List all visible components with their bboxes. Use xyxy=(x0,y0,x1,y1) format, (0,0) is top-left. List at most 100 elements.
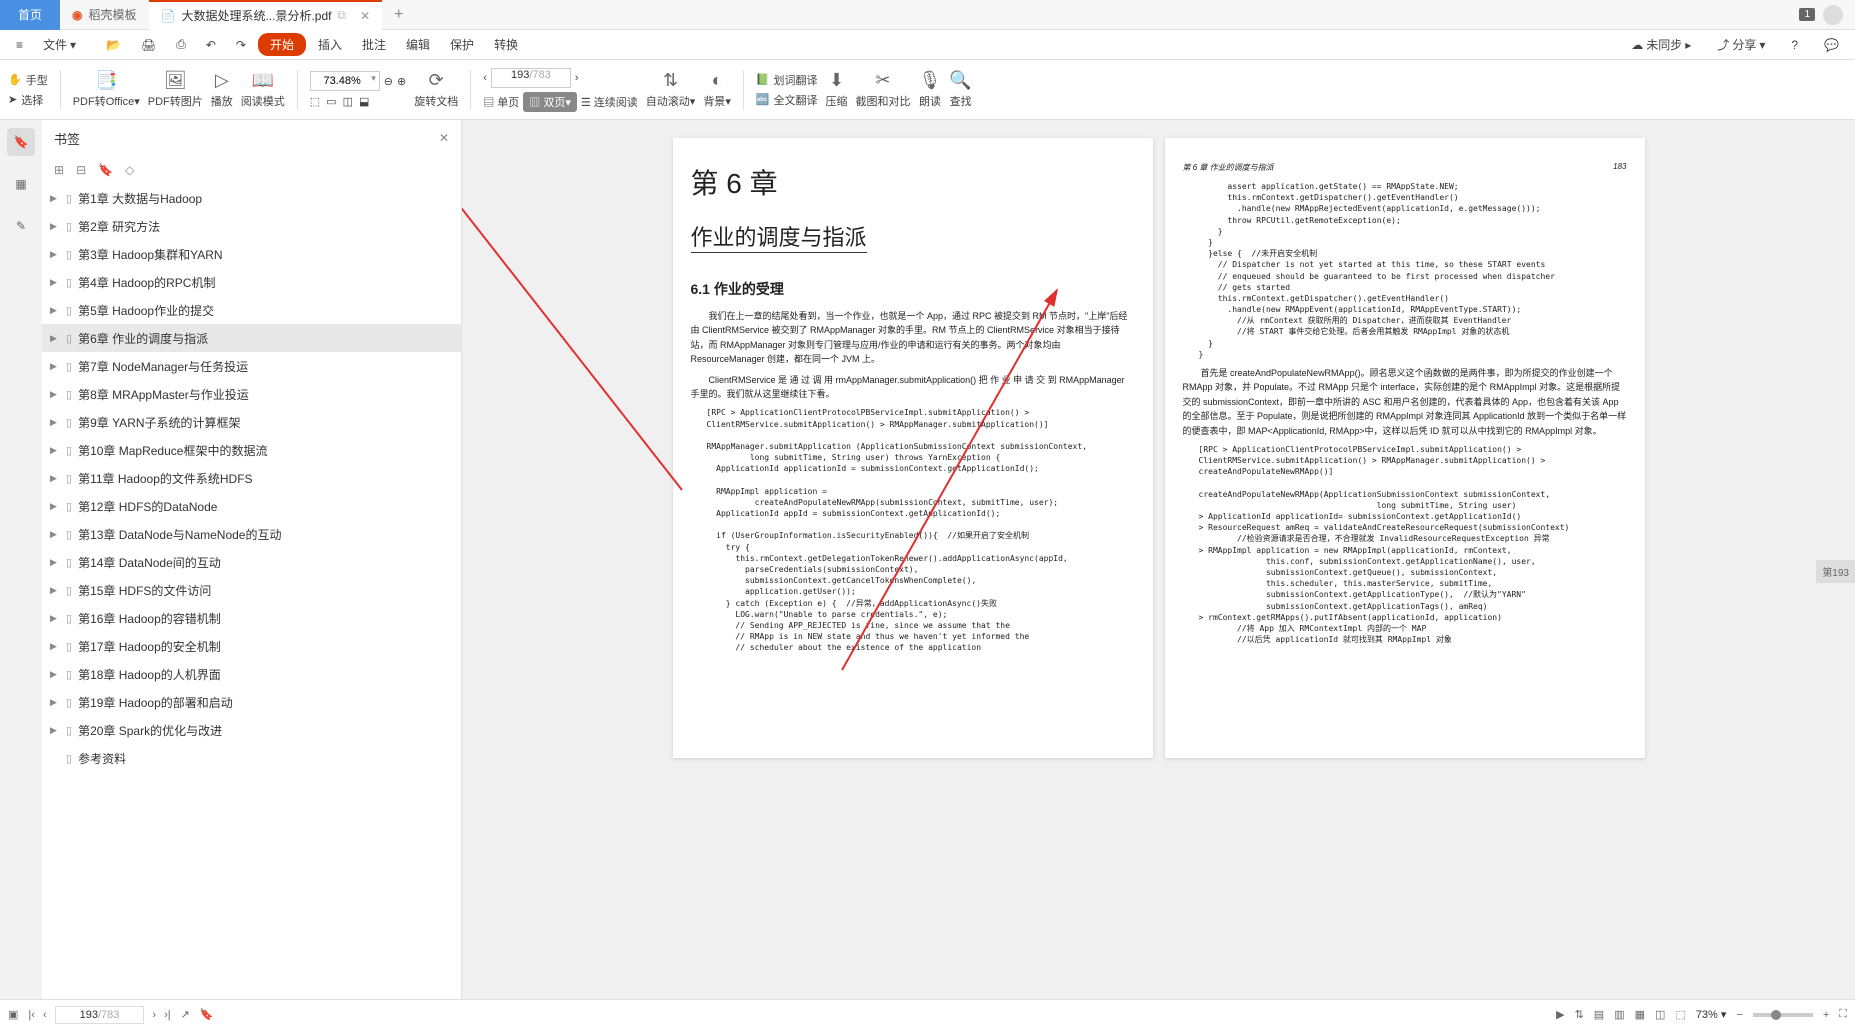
bookmark-item[interactable]: ▶▯第9章 YARN子系统的计算框架 xyxy=(42,408,461,436)
sb-bookmark-icon[interactable]: 🔖 xyxy=(200,1008,214,1021)
rail-comments-icon[interactable]: ✎ xyxy=(7,212,35,240)
bookmark-item[interactable]: ▯参考资料 xyxy=(42,744,461,772)
rail-bookmarks-icon[interactable]: 🔖 xyxy=(7,128,35,156)
tool-screenshot[interactable]: ✂截图和对比 xyxy=(856,70,911,109)
bookmark-item[interactable]: ▶▯第14章 DataNode间的互动 xyxy=(42,548,461,576)
tool-select[interactable]: ➤ 选择 xyxy=(8,92,48,108)
fit-height-icon[interactable]: ⬓ xyxy=(359,95,369,108)
sidebar-close-icon[interactable]: ✕ xyxy=(439,131,449,145)
tool-hand[interactable]: ✋ 手型 xyxy=(8,72,48,88)
sb-view2-icon[interactable]: ▥ xyxy=(1614,1008,1624,1021)
sb-last-page-icon[interactable]: ›| xyxy=(164,1009,171,1021)
redo-icon[interactable]: ↷ xyxy=(228,34,254,56)
tool-find[interactable]: 🔍查找 xyxy=(949,70,971,109)
bookmark-add-icon[interactable]: 🔖 xyxy=(98,163,113,177)
view-continuous[interactable]: ☰ 连续阅读 xyxy=(581,94,638,110)
tool-play[interactable]: ▷播放 xyxy=(211,70,233,109)
bookmark-expand-icon[interactable]: ⊞ xyxy=(54,163,64,177)
bookmark-item[interactable]: ▶▯第12章 HDFS的DataNode xyxy=(42,492,461,520)
zoom-in-icon[interactable]: ⊕ xyxy=(397,75,406,88)
bookmark-item[interactable]: ▶▯第1章 大数据与Hadoop xyxy=(42,184,461,212)
bookmark-collapse-icon[interactable]: ⊟ xyxy=(76,163,86,177)
sb-fit-icon[interactable]: ⬚ xyxy=(1675,1008,1685,1021)
bookmark-item[interactable]: ▶▯第10章 MapReduce框架中的数据流 xyxy=(42,436,461,464)
bookmark-nav-icon[interactable]: ◇ xyxy=(125,163,134,177)
sb-autoscroll-icon[interactable]: ⇅ xyxy=(1575,1008,1584,1021)
tool-readmode[interactable]: 📖阅读模式 xyxy=(241,70,285,109)
tool-full-translate[interactable]: 🔤 全文翻译 xyxy=(756,92,818,108)
bookmark-item[interactable]: ▶▯第15章 HDFS的文件访问 xyxy=(42,576,461,604)
bookmark-item[interactable]: ▶▯第8章 MRAppMaster与作业投运 xyxy=(42,380,461,408)
bookmark-item[interactable]: ▶▯第18章 Hadoop的人机界面 xyxy=(42,660,461,688)
sb-zoom-slider[interactable] xyxy=(1753,1013,1813,1017)
fit-width-icon[interactable]: ⬚ xyxy=(310,95,320,108)
notification-badge[interactable]: 1 xyxy=(1799,8,1815,21)
tab-close-icon[interactable]: ✕ xyxy=(360,9,370,23)
fit-page-icon[interactable]: ▭ xyxy=(326,95,336,108)
menu-annotate[interactable]: 批注 xyxy=(354,32,394,57)
tab-home[interactable]: 首页 xyxy=(0,0,60,30)
page-input[interactable]: 193/783 xyxy=(491,68,571,88)
sb-zoom-out-icon[interactable]: − xyxy=(1736,1009,1742,1021)
tab-doke-templates[interactable]: ◉ 稻壳模板 xyxy=(60,0,149,30)
sb-play-icon[interactable]: ▶ xyxy=(1556,1008,1564,1021)
bookmark-item[interactable]: ▶▯第4章 Hadoop的RPC机制 xyxy=(42,268,461,296)
sync-status[interactable]: ☁ 未同步 ▸ xyxy=(1623,32,1699,57)
bookmark-item[interactable]: ▶▯第11章 Hadoop的文件系统HDFS xyxy=(42,464,461,492)
menu-file[interactable]: 文件 ▾ xyxy=(35,32,84,57)
bookmark-item[interactable]: ▶▯第16章 Hadoop的容错机制 xyxy=(42,604,461,632)
sb-zoom-value[interactable]: 73% ▾ xyxy=(1696,1008,1727,1021)
tool-background[interactable]: ◐背景▾ xyxy=(703,70,731,109)
sb-page-box[interactable]: 193/783 xyxy=(55,1006,145,1024)
page-next-icon[interactable]: › xyxy=(575,72,579,84)
menu-protect[interactable]: 保护 xyxy=(442,32,482,57)
view-double[interactable]: ▥ 双页▾ xyxy=(523,92,577,112)
sb-view3-icon[interactable]: ▦ xyxy=(1635,1008,1645,1021)
bookmark-item[interactable]: ▶▯第20章 Spark的优化与改进 xyxy=(42,716,461,744)
menu-convert[interactable]: 转换 xyxy=(486,32,526,57)
tab-active-pdf[interactable]: 📄 大数据处理系统...景分析.pdf ⧉ ✕ xyxy=(149,0,383,30)
sb-panel-icon[interactable]: ▣ xyxy=(8,1008,18,1021)
bookmark-item[interactable]: ▶▯第5章 Hadoop作业的提交 xyxy=(42,296,461,324)
sb-jump-icon[interactable]: ↗ xyxy=(181,1008,190,1021)
menu-edit[interactable]: 编辑 xyxy=(398,32,438,57)
tool-rotate[interactable]: ⟳旋转文档 xyxy=(414,70,458,109)
bookmark-item[interactable]: ▶▯第7章 NodeManager与任务投运 xyxy=(42,352,461,380)
view-single[interactable]: ▤ 单页 xyxy=(483,94,519,110)
sb-next-page-icon[interactable]: › xyxy=(152,1009,156,1021)
sb-fullscreen-icon[interactable]: ⛶ xyxy=(1839,1008,1847,1021)
page-prev-icon[interactable]: ‹ xyxy=(483,72,487,84)
save-icon[interactable]: ⎙ xyxy=(168,33,194,56)
zoom-input[interactable] xyxy=(310,71,380,91)
document-viewport[interactable]: 第 6 章 作业的调度与指派 6.1 作业的受理 我们在上一章的结尾处看到，当一… xyxy=(462,120,1855,999)
sb-prev-page-icon[interactable]: ‹ xyxy=(43,1009,47,1021)
rail-thumbnails-icon[interactable]: ▦ xyxy=(7,170,35,198)
bookmark-item[interactable]: ▶▯第6章 作业的调度与指派 xyxy=(42,324,461,352)
menu-insert[interactable]: 插入 xyxy=(310,32,350,57)
hamburger-icon[interactable]: ≡ xyxy=(8,34,31,56)
avatar[interactable] xyxy=(1823,5,1843,25)
share-button[interactable]: ⤴ 分享 ▾ xyxy=(1709,32,1773,57)
tool-pdf2office[interactable]: 📑PDF转Office▾ xyxy=(73,70,140,109)
bookmark-item[interactable]: ▶▯第13章 DataNode与NameNode的互动 xyxy=(42,520,461,548)
sb-view1-icon[interactable]: ▤ xyxy=(1594,1008,1604,1021)
tool-pdf2img[interactable]: 🖼PDF转图片 xyxy=(148,70,203,109)
sb-view4-icon[interactable]: ◫ xyxy=(1655,1008,1665,1021)
bookmark-item[interactable]: ▶▯第3章 Hadoop集群和YARN xyxy=(42,240,461,268)
zoom-out-icon[interactable]: ⊖ xyxy=(384,75,393,88)
open-icon[interactable]: 📂 xyxy=(98,34,129,56)
bookmark-item[interactable]: ▶▯第19章 Hadoop的部署和启动 xyxy=(42,688,461,716)
bookmark-item[interactable]: ▶▯第17章 Hadoop的安全机制 xyxy=(42,632,461,660)
print-icon[interactable]: 🖨 xyxy=(133,34,164,56)
tool-word-translate[interactable]: 📗 划词翻译 xyxy=(756,72,818,88)
tab-add-button[interactable]: + xyxy=(382,6,415,24)
undo-icon[interactable]: ↶ xyxy=(198,34,224,56)
tool-compress[interactable]: ⬇压缩 xyxy=(826,70,848,109)
tool-readaloud[interactable]: 🎙朗读 xyxy=(919,70,942,109)
sb-first-page-icon[interactable]: |‹ xyxy=(28,1009,35,1021)
fit-actual-icon[interactable]: ◫ xyxy=(343,95,353,108)
bookmark-item[interactable]: ▶▯第2章 研究方法 xyxy=(42,212,461,240)
feedback-icon[interactable]: 💬 xyxy=(1816,34,1847,56)
tool-autoscroll[interactable]: ⇅自动滚动▾ xyxy=(646,70,696,109)
tab-detach-icon[interactable]: ⧉ xyxy=(337,8,346,23)
